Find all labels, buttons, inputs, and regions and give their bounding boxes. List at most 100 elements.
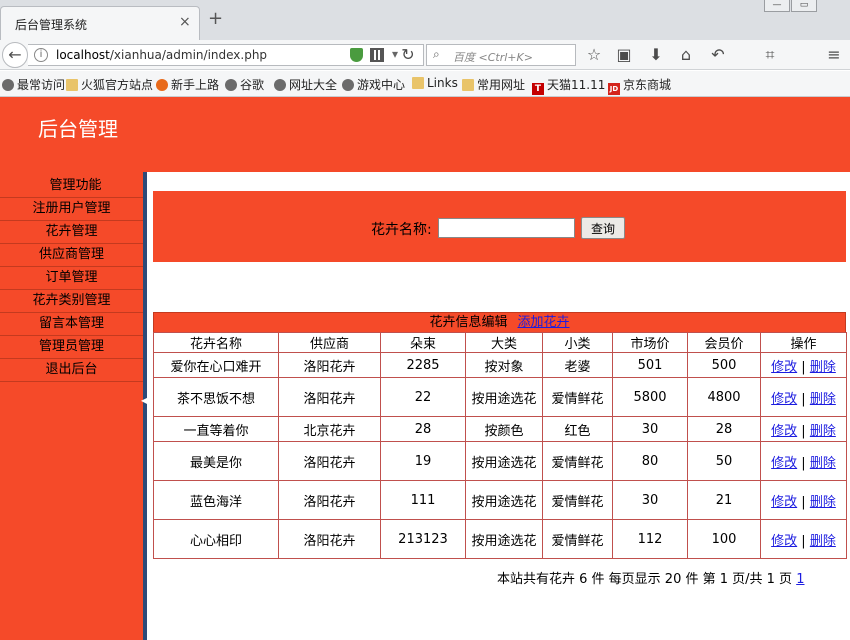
- cell-count: 2285: [380, 352, 466, 378]
- page-link[interactable]: 1: [796, 572, 804, 587]
- browser-tab[interactable]: 后台管理系统 ×: [0, 6, 200, 40]
- bookmark-game-center[interactable]: 游戏中心: [342, 76, 405, 93]
- search-panel: 花卉名称: 查询: [153, 191, 846, 262]
- cell-actions: 修改 | 删除: [760, 480, 847, 520]
- bookmark-common-urls[interactable]: 常用网址: [462, 76, 525, 93]
- cell-supplier: 洛阳花卉: [278, 480, 381, 520]
- action-separator: |: [801, 423, 806, 439]
- bookmark-firefox-site[interactable]: 火狐官方站点: [66, 76, 153, 93]
- maximize-icon[interactable]: ▭: [791, 0, 817, 12]
- flower-name-input[interactable]: [438, 218, 575, 238]
- cell-subcategory: 老婆: [542, 352, 613, 378]
- bookmark-tmall[interactable]: T 天猫11.11: [532, 76, 605, 95]
- bookmark-links[interactable]: Links: [412, 76, 458, 90]
- sidebar-item-suppliers[interactable]: 供应商管理: [0, 244, 143, 267]
- sidebar-item-flowers[interactable]: 花卉管理: [0, 221, 143, 244]
- cell-supplier: 洛阳花卉: [278, 377, 381, 417]
- cell-supplier: 洛阳花卉: [278, 441, 381, 481]
- delete-link[interactable]: 删除: [810, 534, 836, 549]
- url-host: localhost: [56, 48, 110, 62]
- delete-link[interactable]: 删除: [810, 392, 836, 407]
- table-caption: 花卉信息编辑 添加花卉: [153, 312, 846, 332]
- delete-link[interactable]: 删除: [810, 456, 836, 471]
- edit-link[interactable]: 修改: [771, 392, 797, 407]
- bookmark-star-icon[interactable]: ☆: [584, 45, 604, 65]
- bookmark-url-directory[interactable]: 网址大全: [274, 76, 337, 93]
- info-icon[interactable]: i: [34, 48, 48, 62]
- undo-icon[interactable]: ↶: [708, 45, 728, 65]
- sidebar-item-orders[interactable]: 订单管理: [0, 267, 143, 290]
- new-tab-icon[interactable]: +: [208, 10, 223, 28]
- column-header: 供应商: [278, 332, 381, 353]
- table-caption-title: 花卉信息编辑: [429, 315, 508, 330]
- table-row: 一直等着你 北京花卉 28 按颜色 红色 30 28 修改 | 删除: [153, 416, 847, 442]
- bookmark-getting-started[interactable]: 新手上路: [156, 76, 219, 93]
- column-header: 操作: [760, 332, 847, 353]
- add-flower-link[interactable]: 添加花卉: [518, 315, 570, 330]
- bookmark-label: 新手上路: [171, 78, 220, 92]
- bookmark-jd[interactable]: JD 京东商城: [608, 76, 671, 95]
- edit-link[interactable]: 修改: [771, 495, 797, 510]
- delete-link[interactable]: 删除: [810, 424, 836, 439]
- address-bar[interactable]: i localhost/xianhua/admin/index.php ▾: [28, 44, 424, 66]
- cell-subcategory: 爱情鲜花: [542, 441, 613, 481]
- reload-icon[interactable]: ↻: [398, 45, 418, 65]
- query-button[interactable]: 查询: [581, 217, 625, 239]
- action-separator: |: [801, 391, 806, 407]
- column-header: 小类: [542, 332, 613, 353]
- close-tab-icon[interactable]: ×: [179, 14, 191, 30]
- cell-count: 111: [380, 480, 466, 520]
- cell-market-price: 501: [612, 352, 688, 378]
- pagination: 本站共有花卉 6 件 每页显示 20 件 第 1 页/共 1 页 1: [497, 568, 804, 587]
- sidebar-item-users[interactable]: 注册用户管理: [0, 198, 143, 221]
- cell-count: 22: [380, 377, 466, 417]
- delete-link[interactable]: 删除: [810, 495, 836, 510]
- bookmark-label: 最常访问: [17, 78, 66, 92]
- sidebar-item-logout[interactable]: 退出后台: [0, 359, 143, 382]
- cell-member-price: 500: [687, 352, 761, 378]
- edit-link[interactable]: 修改: [771, 534, 797, 549]
- url-text[interactable]: localhost/xianhua/admin/index.php: [56, 48, 267, 62]
- cell-member-price: 50: [687, 441, 761, 481]
- bookmark-most-visited[interactable]: 最常访问: [2, 76, 65, 93]
- download-icon[interactable]: ⬇: [646, 45, 666, 65]
- minimize-icon[interactable]: —: [764, 0, 790, 12]
- bookmark-label: 网址大全: [289, 78, 338, 92]
- cell-category: 按用途选花: [465, 519, 543, 559]
- sidebar-item-admin-functions[interactable]: 管理功能: [0, 175, 143, 198]
- sidebar-item-categories[interactable]: 花卉类别管理: [0, 290, 143, 313]
- back-arrow-icon[interactable]: ←: [2, 42, 28, 68]
- home-icon[interactable]: ⌂: [676, 45, 696, 65]
- edit-link[interactable]: 修改: [771, 360, 797, 375]
- reading-list-icon[interactable]: ▣: [614, 45, 634, 65]
- qr-code-icon[interactable]: [370, 48, 384, 62]
- edit-link[interactable]: 修改: [771, 424, 797, 439]
- search-bar[interactable]: ⌕ 百度 <Ctrl+K>: [426, 44, 576, 66]
- folder-icon: [462, 79, 474, 91]
- edit-link[interactable]: 修改: [771, 456, 797, 471]
- navigation-bar: ← i localhost/xianhua/admin/index.php ▾ …: [0, 40, 850, 70]
- cell-count: 28: [380, 416, 466, 442]
- shield-icon[interactable]: [350, 48, 363, 62]
- sidebar-divider[interactable]: [143, 172, 147, 640]
- action-separator: |: [801, 494, 806, 510]
- folder-icon: [412, 77, 424, 89]
- globe-icon: [274, 79, 286, 91]
- column-header: 市场价: [612, 332, 688, 353]
- menu-icon[interactable]: ≡: [824, 45, 844, 65]
- bookmark-label: 常用网址: [477, 78, 526, 92]
- crop-icon[interactable]: ⌗: [760, 45, 780, 65]
- cell-market-price: 30: [612, 416, 688, 442]
- tmall-icon: T: [532, 83, 544, 95]
- collapse-arrow-icon[interactable]: ◀: [141, 396, 147, 405]
- sidebar-item-guestbook[interactable]: 留言本管理: [0, 313, 143, 336]
- sidebar-item-admins[interactable]: 管理员管理: [0, 336, 143, 359]
- cell-member-price: 100: [687, 519, 761, 559]
- cell-count: 19: [380, 441, 466, 481]
- cell-market-price: 112: [612, 519, 688, 559]
- delete-link[interactable]: 删除: [810, 360, 836, 375]
- cell-actions: 修改 | 删除: [760, 352, 847, 378]
- table-row: 心心相印 洛阳花卉 213123 按用途选花 爱情鲜花 112 100 修改 |…: [153, 519, 847, 559]
- bookmark-google[interactable]: 谷歌: [225, 76, 264, 93]
- cell-count: 213123: [380, 519, 466, 559]
